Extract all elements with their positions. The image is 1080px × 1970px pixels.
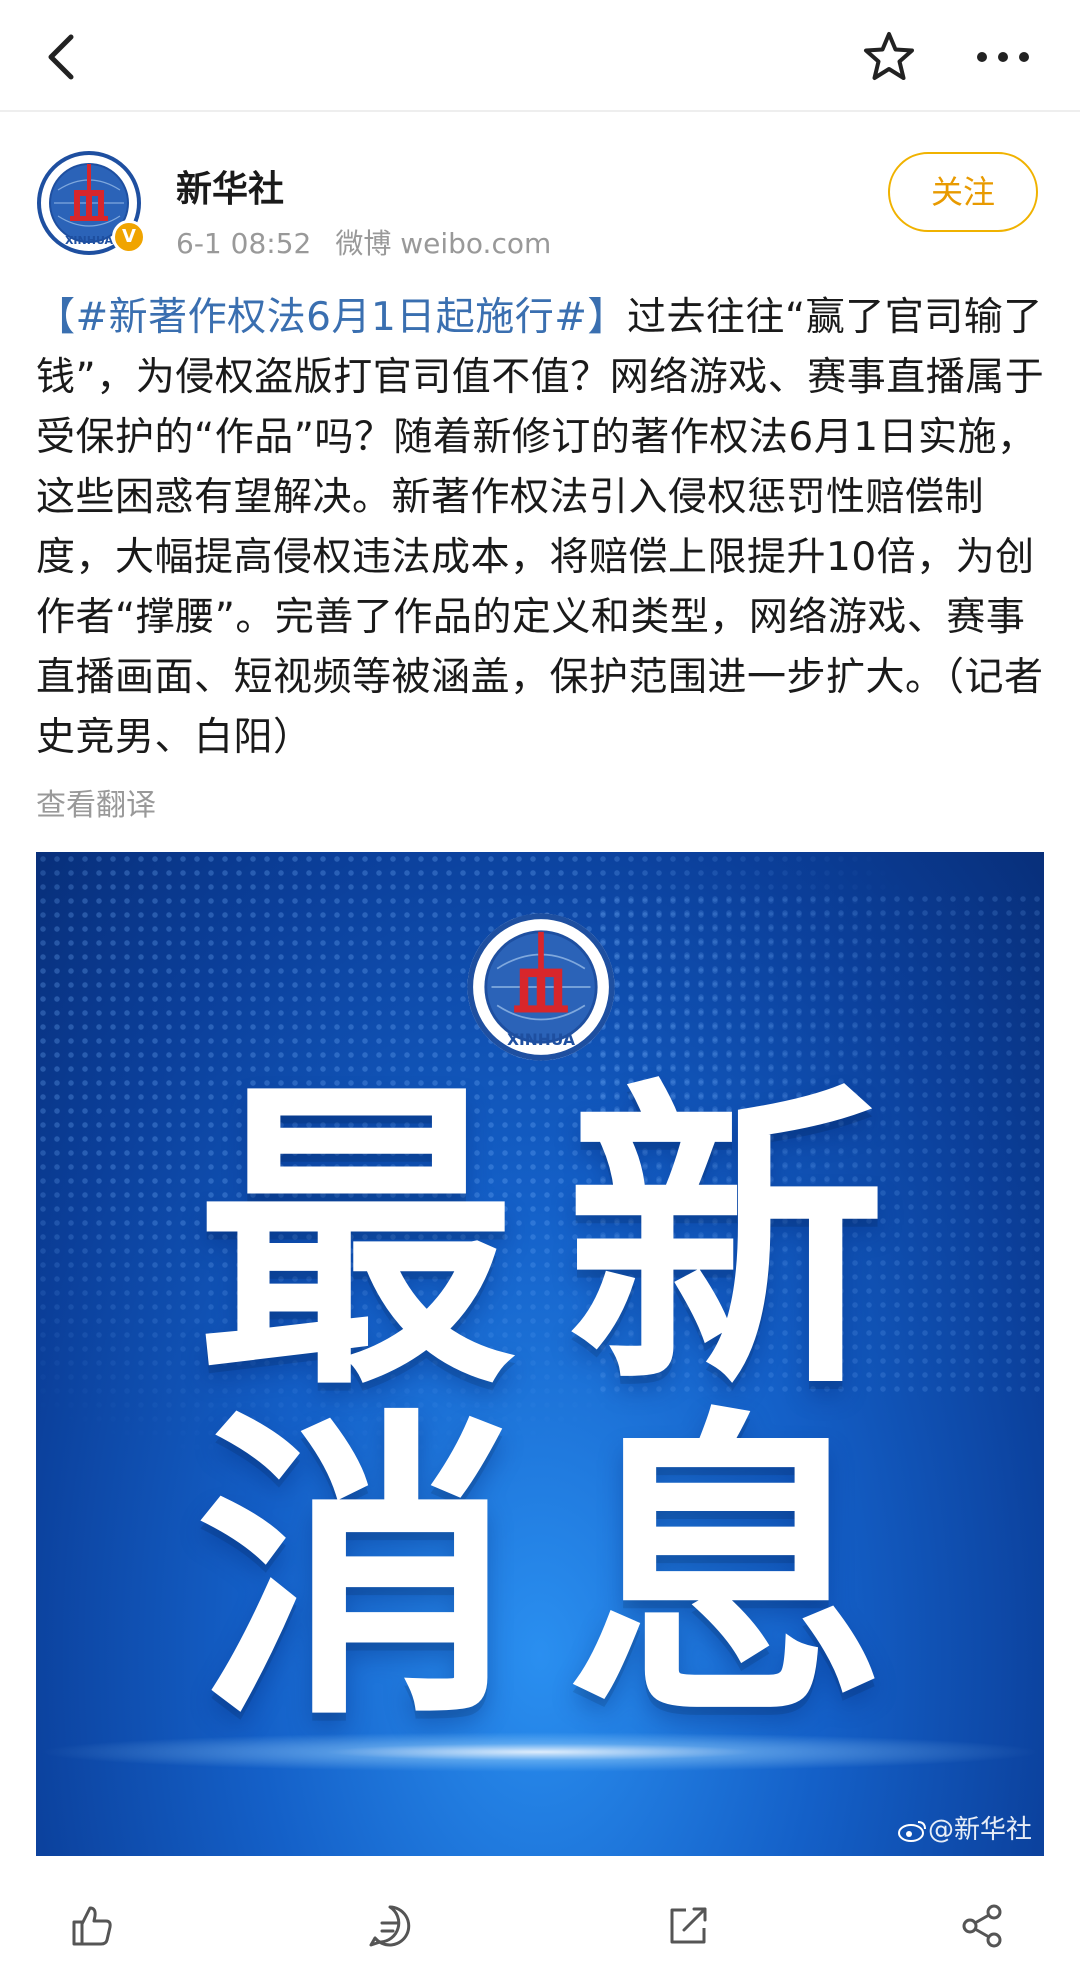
comment-icon [369,1905,411,1947]
star-outline-icon [864,32,914,80]
translate-link[interactable]: 查看翻译 [36,780,156,824]
post-time: 6-1 08:52 [176,227,312,260]
post-text: 过去往往“赢了官司输了钱”，为侵权盗版打官司值不值？网络游戏、赛事直播属于受保护… [36,295,1045,760]
light-streak [36,1732,1044,1772]
back-button[interactable] [30,22,90,92]
follow-button[interactable]: 关注 [888,152,1038,232]
watermark-text: @新华社 [927,1815,1032,1845]
headline-char-1: 最 [196,1056,516,1428]
post-body: 【#新著作权法6月1日起施行#】过去往往“赢了官司输了钱”，为侵权盗版打官司值不… [36,288,1046,768]
favorite-button[interactable] [856,24,922,90]
image-watermark: @新华社 [897,1809,1032,1846]
share-button[interactable] [942,1886,1022,1966]
headline-char-3: 消 [196,1386,516,1758]
author-name[interactable]: 新华社 [176,160,284,212]
post-image[interactable]: XINHUA 最 新 消 息 @新华社 [36,852,1044,1856]
repost-icon [670,1907,707,1944]
like-button[interactable] [52,1886,132,1966]
headline-char-4: 息 [566,1386,886,1758]
share-icon [962,1904,1002,1948]
more-horizontal-icon [977,52,1029,62]
topic-link[interactable]: 【#新著作权法6月1日起施行#】 [36,295,627,340]
verified-badge: V [112,220,146,254]
xinhua-emblem: XINHUA [466,912,616,1062]
svg-text:XINHUA: XINHUA [65,234,114,247]
chevron-left-icon [48,34,74,80]
action-bar [0,1880,1080,1970]
weibo-icon [897,1821,926,1842]
comment-button[interactable] [350,1886,430,1966]
headline-char-2: 新 [566,1056,886,1428]
author-header: XINHUA V 新华社 6-1 08:52 微博 weibo.com 关注 [0,140,1080,270]
more-button[interactable] [968,24,1038,90]
thumbs-up-icon [72,1906,112,1946]
svg-text:XINHUA: XINHUA [507,1031,575,1049]
top-bar [0,0,1080,112]
post-source: 微博 weibo.com [335,227,552,260]
repost-button[interactable] [648,1886,728,1966]
xinhua-logo-icon: XINHUA [467,913,615,1061]
post-meta: 6-1 08:52 微博 weibo.com [176,222,575,262]
